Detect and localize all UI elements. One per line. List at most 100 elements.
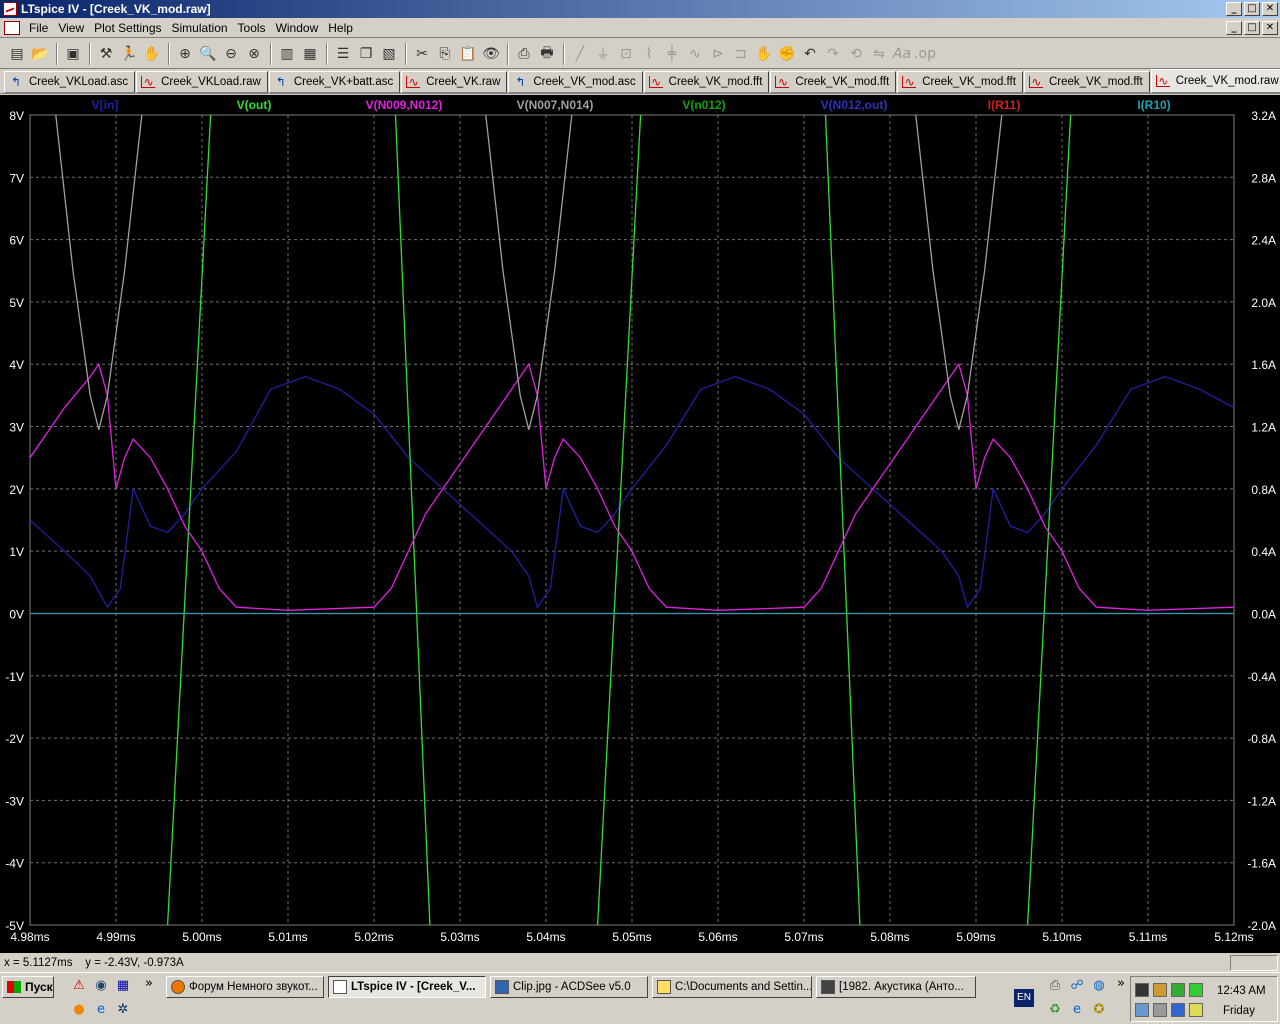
new-schematic-icon[interactable]: ▤: [6, 43, 28, 65]
yahoo-tray-icon[interactable]: ✪: [1090, 1001, 1108, 1019]
printer-tray-icon[interactable]: ⎙: [1046, 977, 1064, 995]
waveform-chart[interactable]: 4.98ms 4.99ms 5.00ms 5.01ms 5.02ms 5.03ms 5.04…: [0, 95, 1280, 953]
zoom-fit-icon[interactable]: ⊗: [243, 43, 265, 65]
taskbar-item-forum[interactable]: Форум Немного звукот...: [166, 976, 324, 998]
redo-icon[interactable]: ↷: [822, 43, 844, 65]
capacitor-icon[interactable]: ╪: [661, 43, 683, 65]
shield-tray-icon[interactable]: [1135, 983, 1149, 997]
grid-icon[interactable]: ▦: [299, 43, 321, 65]
ltspice-icon: [333, 980, 347, 994]
taskbar-item-acdsee[interactable]: Clip.jpg - ACDSee v5.0: [490, 976, 648, 998]
diode-icon[interactable]: ⊳: [707, 43, 729, 65]
media-player-icon[interactable]: ●: [70, 1001, 88, 1019]
browser-icon[interactable]: ◉: [92, 977, 110, 995]
menu-help[interactable]: Help: [323, 21, 358, 35]
update-tray-icon[interactable]: [1171, 983, 1185, 997]
tab-creek-vk-batt-asc[interactable]: ↰ Creek_VK+batt.asc: [268, 71, 401, 93]
clock[interactable]: 12:43 AM: [1217, 985, 1266, 997]
resistor-icon[interactable]: ⌇: [638, 43, 660, 65]
maximize-button[interactable]: □: [1244, 2, 1260, 16]
open-folder-icon[interactable]: 📂: [29, 43, 51, 65]
text-icon[interactable]: Aa: [891, 43, 913, 65]
taskbar-item-akustika[interactable]: [1982. Акустика (Анто...: [816, 976, 976, 998]
paste-icon[interactable]: 📋: [457, 43, 479, 65]
mdi-minimize-button[interactable]: _: [1226, 21, 1242, 35]
tab-creek-vk-mod-fft-3[interactable]: ∿ Creek_VK_mod.fft: [897, 71, 1023, 93]
component-icon[interactable]: ⊐: [730, 43, 752, 65]
acrobat-icon[interactable]: ⚠: [70, 977, 88, 995]
pan-hand-icon[interactable]: ✋: [141, 43, 163, 65]
find-binoculars-icon[interactable]: 👁: [480, 43, 502, 65]
taskbar-item-ltspice[interactable]: LTspice IV - [Creek_V...: [328, 976, 486, 998]
tile-vertical-icon[interactable]: ▧: [378, 43, 400, 65]
print-setup-icon[interactable]: ⎙: [513, 43, 535, 65]
internet-explorer-icon[interactable]: e: [92, 1001, 110, 1019]
rotate-icon[interactable]: ⟲: [845, 43, 867, 65]
recycle-tray-icon[interactable]: ♻: [1046, 1001, 1064, 1019]
series-line-v-n007-n014-: [485, 115, 573, 430]
close-button[interactable]: ✕: [1262, 2, 1278, 16]
volume-tray-icon[interactable]: [1189, 1003, 1203, 1017]
settings-tray-icon[interactable]: [1153, 1003, 1167, 1017]
menu-tools[interactable]: Tools: [233, 21, 271, 35]
wire-icon[interactable]: ╱: [569, 43, 591, 65]
document-menu-icon[interactable]: [4, 20, 20, 35]
inductor-icon[interactable]: ∿: [684, 43, 706, 65]
tile-horizontal-icon[interactable]: ☰: [332, 43, 354, 65]
tab-creek-vkload-asc[interactable]: ↰ Creek_VKLoad.asc: [4, 71, 136, 93]
menu-plot-settings[interactable]: Plot Settings: [89, 21, 166, 35]
drag-hand-icon[interactable]: ✊: [776, 43, 798, 65]
mirror-icon[interactable]: ⇋: [868, 43, 890, 65]
y-tick-label-right: -1.2A: [1247, 794, 1276, 808]
y-tick-label-left: -3V: [5, 794, 24, 808]
globe-tray-icon[interactable]: ◍: [1090, 977, 1108, 995]
tab-creek-vk-raw[interactable]: ∿ Creek_VK.raw: [401, 71, 508, 93]
task-label: Clip.jpg - ACDSee v5.0: [513, 981, 631, 993]
ltspice-app-icon[interactable]: [3, 2, 17, 16]
menu-simulation[interactable]: Simulation: [167, 21, 233, 35]
waveform-plot-pane[interactable]: 4.98ms 4.99ms 5.00ms 5.01ms 5.02ms 5.03ms 5.04…: [0, 95, 1280, 953]
move-hand-icon[interactable]: ✋: [753, 43, 775, 65]
language-indicator[interactable]: EN: [1014, 989, 1034, 1007]
taskbar-item-explorer[interactable]: C:\Documents and Settin...: [652, 976, 812, 998]
toolbar-separator: [405, 42, 407, 65]
calendar-icon[interactable]: ▦: [114, 977, 132, 995]
cascade-icon[interactable]: ❐: [355, 43, 377, 65]
menu-window[interactable]: Window: [271, 21, 324, 35]
menu-file[interactable]: File: [24, 21, 53, 35]
zoom-out-icon[interactable]: ⊖: [220, 43, 242, 65]
mdi-close-button[interactable]: ✕: [1262, 21, 1278, 35]
tab-creek-vk-mod-raw[interactable]: ∿ Creek_VK_mod.raw: [1150, 69, 1280, 93]
cut-icon[interactable]: ✂: [411, 43, 433, 65]
display-tray-icon[interactable]: [1135, 1003, 1149, 1017]
label-net-icon[interactable]: ⊡: [615, 43, 637, 65]
print-icon[interactable]: 🖶: [536, 43, 558, 65]
start-button[interactable]: Пуск: [2, 976, 54, 998]
save-icon[interactable]: ▣: [62, 43, 84, 65]
undo-icon[interactable]: ↶: [799, 43, 821, 65]
zoom-area-icon[interactable]: 🔍: [197, 43, 219, 65]
mdi-restore-button[interactable]: □: [1244, 21, 1260, 35]
run-icon[interactable]: 🏃: [118, 43, 140, 65]
tab-creek-vk-mod-asc[interactable]: ↰ Creek_VK_mod.asc: [508, 71, 643, 93]
copy-icon[interactable]: ⎘: [434, 43, 456, 65]
minimize-button[interactable]: _: [1226, 2, 1242, 16]
v-tray-icon[interactable]: [1171, 1003, 1185, 1017]
quicklaunch-overflow[interactable]: »: [140, 975, 158, 993]
menu-view[interactable]: View: [53, 21, 89, 35]
tab-creek-vkload-raw[interactable]: ∿ Creek_VKLoad.raw: [136, 71, 268, 93]
control-panel-hammer-icon[interactable]: ⚒: [95, 43, 117, 65]
spice-directive-icon[interactable]: .op: [914, 43, 936, 65]
tab-creek-vk-mod-fft-2[interactable]: ∿ Creek_VK_mod.fft: [770, 71, 897, 93]
tab-creek-vk-mod-fft-4[interactable]: ∿ Creek_VK_mod.fft: [1023, 71, 1150, 93]
battery-tray-icon[interactable]: [1189, 983, 1203, 997]
autorange-icon[interactable]: ▥: [276, 43, 298, 65]
ie-tray-icon[interactable]: e: [1068, 1001, 1086, 1019]
network-icon[interactable]: ✲: [114, 1001, 132, 1019]
tab-creek-vk-mod-fft-1[interactable]: ∿ Creek_VK_mod.fft: [643, 71, 770, 93]
antivirus-tray-icon[interactable]: [1153, 983, 1167, 997]
tray-overflow[interactable]: »: [1112, 975, 1130, 993]
zoom-in-icon[interactable]: ⊕: [174, 43, 196, 65]
network-tray-icon[interactable]: ☍: [1068, 977, 1086, 995]
ground-icon[interactable]: ⏚: [592, 43, 614, 65]
